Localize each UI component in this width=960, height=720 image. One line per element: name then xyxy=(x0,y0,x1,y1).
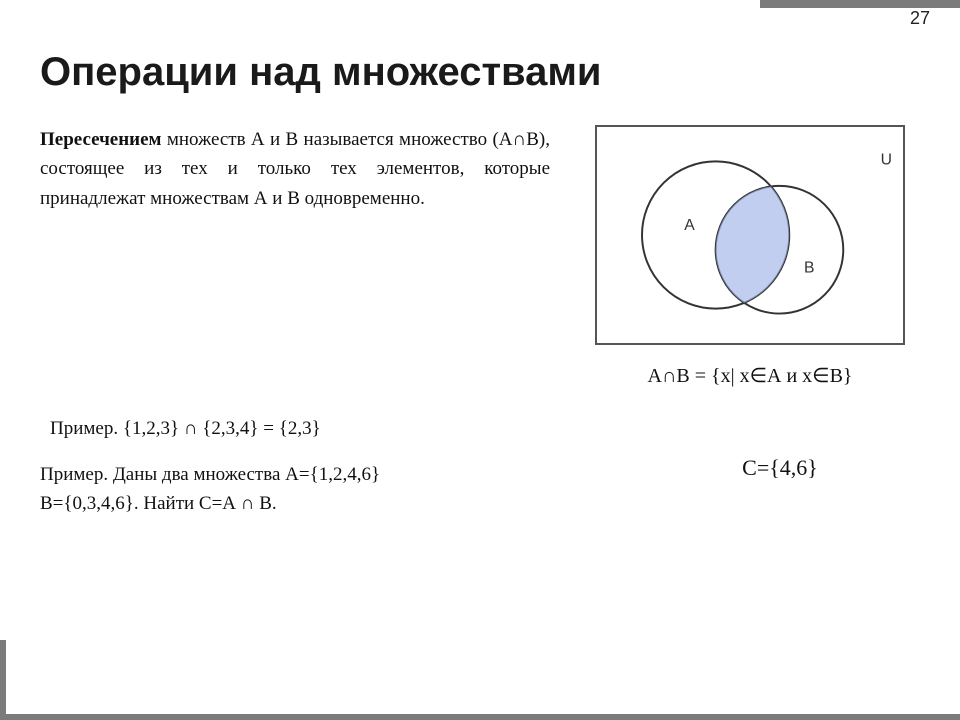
examples-right: С={4,6} xyxy=(640,418,920,519)
a-label: A xyxy=(684,217,695,234)
venn-diagram-svg: U A B xyxy=(597,127,903,343)
example1-text: Пример. {1,2,3} ∩ {2,3,4} = {2,3} xyxy=(40,418,630,440)
example2-line1: Пример. Даны два множества А={1,2,4,6} xyxy=(40,460,630,489)
page: 27 Операции над множествами Пересечением… xyxy=(0,0,960,720)
result-text: С={4,6} xyxy=(742,455,818,481)
left-accent-bar xyxy=(0,640,6,720)
b-label: B xyxy=(804,259,814,276)
examples-left: Пример. {1,2,3} ∩ {2,3,4} = {2,3} Пример… xyxy=(40,418,630,519)
bottom-accent-bar xyxy=(0,714,960,720)
example2-line2: В={0,3,4,6}. Найти С=А ∩ В. xyxy=(40,489,630,518)
examples-section: Пример. {1,2,3} ∩ {2,3,4} = {2,3} Пример… xyxy=(40,418,920,519)
main-content: Пересечением множеств А и В называется м… xyxy=(40,125,920,388)
left-column: Пересечением множеств А и В называется м… xyxy=(40,125,550,388)
page-number: 27 xyxy=(910,8,930,29)
u-label: U xyxy=(881,151,892,168)
example2-text: Пример. Даны два множества А={1,2,4,6} В… xyxy=(40,460,630,519)
page-title: Операции над множествами xyxy=(40,50,920,95)
right-column: U A B А∩В = {х| х∈А и х∈В} xyxy=(580,125,920,388)
definition-bold: Пересечением xyxy=(40,129,162,150)
venn-diagram-container: U A B xyxy=(595,125,905,345)
formula-text: А∩В = {х| х∈А и х∈В} xyxy=(647,365,852,387)
definition-text: Пересечением множеств А и В называется м… xyxy=(40,125,550,213)
top-accent-bar xyxy=(760,0,960,8)
formula-block: А∩В = {х| х∈А и х∈В} xyxy=(580,363,920,388)
